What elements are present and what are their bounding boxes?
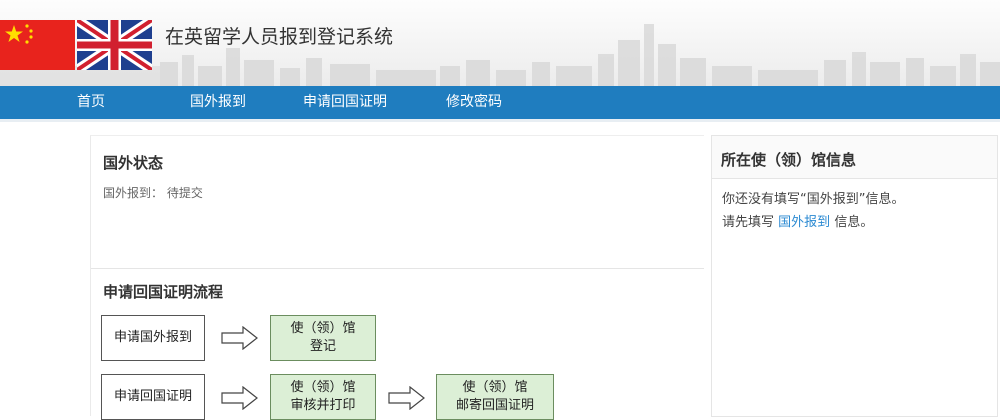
- step-apply-return-certificate: 申请回国证明: [101, 374, 205, 420]
- overseas-report-link[interactable]: 国外报到: [778, 215, 830, 230]
- overseas-status-line: 国外报到： 待提交: [103, 184, 203, 201]
- process-title: 申请回国证明流程: [103, 283, 224, 301]
- embassy-info-message: 你还没有填写“国外报到”信息。: [722, 192, 905, 207]
- nav-divider: [0, 119, 1000, 122]
- main-nav: 首页 国外报到 申请回国证明 修改密码: [0, 86, 1000, 119]
- step-embassy-review-print: 使（领）馆 审核并打印: [270, 374, 376, 420]
- nav-item-home[interactable]: 首页: [77, 86, 105, 119]
- overseas-report-status: 待提交: [166, 186, 203, 200]
- step-embassy-register: 使（领）馆 登记: [270, 315, 376, 361]
- step-apply-overseas-report: 申请国外报到: [101, 315, 205, 361]
- main-content-panel: 国外状态 国外报到： 待提交 申请回国证明流程 申请国外报到 使（领）馆 登记 …: [90, 135, 704, 420]
- arrow-right-icon: [388, 386, 425, 410]
- overseas-report-label: 国外报到：: [103, 186, 164, 200]
- arrow-right-icon: [221, 326, 258, 350]
- section-divider: [91, 268, 704, 269]
- embassy-info-header: 所在使（领）馆信息: [712, 136, 997, 179]
- embassy-info-title: 所在使（领）馆信息: [721, 151, 857, 169]
- overseas-status-title: 国外状态: [103, 154, 164, 172]
- step-embassy-mail-certificate: 使（领）馆 邮寄回国证明: [436, 374, 554, 420]
- site-header: 在英留学人员报到登记系统: [0, 0, 1000, 86]
- site-title: 在英留学人员报到登记系统: [165, 26, 394, 48]
- uk-flag-icon: [74, 15, 155, 75]
- embassy-info-prompt: 请先填写 国外报到 信息。: [722, 215, 874, 230]
- nav-item-change-password[interactable]: 修改密码: [446, 86, 502, 119]
- embassy-info-panel: 所在使（领）馆信息 你还没有填写“国外报到”信息。 请先填写 国外报到 信息。: [711, 135, 998, 417]
- arrow-right-icon: [221, 386, 258, 410]
- china-flag-icon: [0, 20, 75, 70]
- nav-item-return-certificate[interactable]: 申请回国证明: [303, 86, 387, 119]
- nav-item-overseas-report[interactable]: 国外报到: [190, 86, 246, 119]
